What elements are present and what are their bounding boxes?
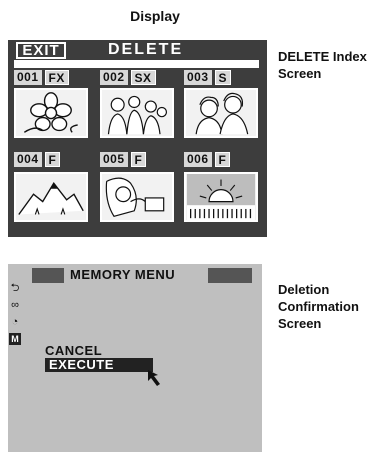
phone-image — [105, 177, 165, 218]
m-icon[interactable]: M — [9, 333, 21, 345]
execute-option[interactable]: EXECUTE — [45, 358, 153, 372]
delete-index-screen: EXIT DELETE 001 FX 002 SX 003 S 004 F 00… — [8, 40, 267, 237]
thumbnail-women[interactable] — [184, 88, 258, 138]
menu-bar-right — [208, 268, 252, 283]
quality-badge: S — [214, 70, 232, 85]
deletion-confirmation-screen: MEMORY MENU ⮌ ∞ ◔ M CANCEL EXECUTE — [8, 264, 262, 452]
screen-title: DELETE — [108, 41, 184, 58]
thumb-number: 005 — [100, 152, 128, 167]
display-heading: Display — [130, 8, 180, 24]
women-image — [195, 92, 249, 135]
pointer-arrow-icon — [148, 370, 160, 386]
flower-image — [23, 92, 78, 133]
cancel-option[interactable]: CANCEL — [45, 343, 102, 358]
quality-badge: FX — [44, 70, 69, 85]
thumb-label-2: 002 SX — [100, 70, 156, 85]
timer-icon[interactable]: ◔ — [9, 316, 21, 328]
thumb-number: 004 — [14, 152, 42, 167]
thumb-label-4: 004 F — [14, 152, 61, 167]
thumbnail-mountains[interactable] — [14, 172, 88, 222]
deletion-confirmation-caption: Deletion Confirmation Screen — [278, 282, 359, 331]
sunset-image — [186, 174, 256, 220]
thumbnail-flower[interactable] — [14, 88, 88, 138]
mountains-image — [18, 181, 84, 215]
thumbnail-sunset[interactable] — [184, 172, 258, 222]
thumb-label-6: 006 F — [184, 152, 231, 167]
thumbnail-group[interactable] — [100, 88, 174, 138]
thumb-number: 001 — [14, 70, 42, 85]
link-icon[interactable]: ∞ — [9, 299, 21, 311]
delete-index-caption: DELETE Index Screen — [278, 49, 367, 81]
quality-badge: F — [44, 152, 61, 167]
menu-title: MEMORY MENU — [70, 267, 176, 282]
thumb-label-5: 005 F — [100, 152, 147, 167]
thumb-label-1: 001 FX — [14, 70, 69, 85]
exit-button[interactable]: EXIT — [16, 42, 66, 59]
menu-bar-left — [32, 268, 64, 283]
group-image — [107, 95, 168, 135]
thumb-number: 003 — [184, 70, 212, 85]
thumbnail-phone[interactable] — [100, 172, 174, 222]
thumb-number: 006 — [184, 152, 212, 167]
quality-badge: F — [214, 152, 231, 167]
quality-badge: F — [130, 152, 147, 167]
menu-side-icons: ⮌ ∞ ◔ M — [8, 282, 22, 345]
return-icon[interactable]: ⮌ — [9, 282, 21, 294]
quality-badge: SX — [130, 70, 156, 85]
title-bar — [14, 60, 259, 68]
thumb-number: 002 — [100, 70, 128, 85]
thumb-label-3: 003 S — [184, 70, 232, 85]
